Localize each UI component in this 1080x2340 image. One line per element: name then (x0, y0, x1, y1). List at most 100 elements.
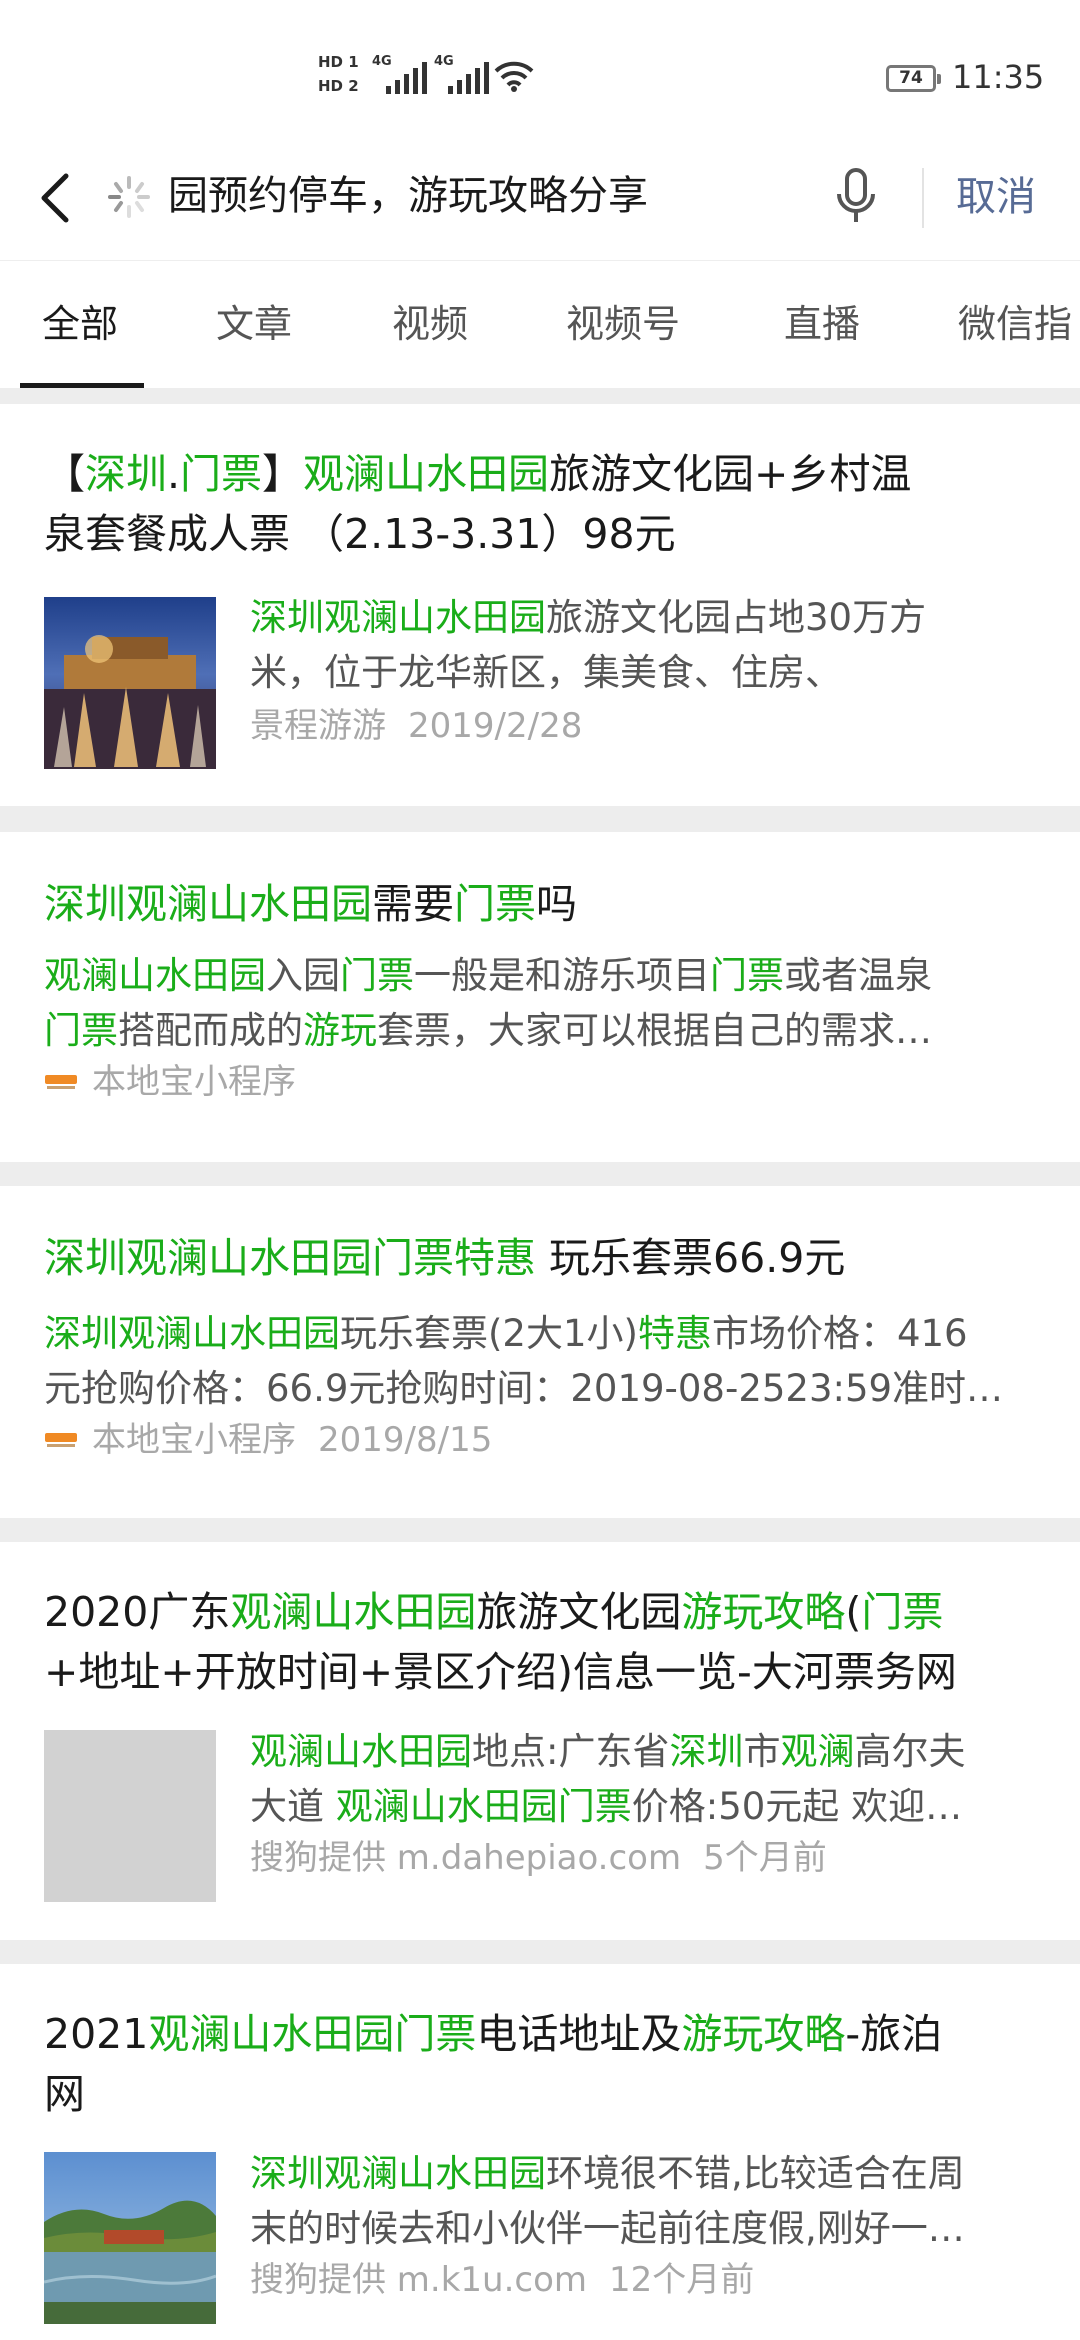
keyword-highlight: 门票 (454, 880, 536, 928)
result-meta: 搜狗提供 m.k1u.com 12个月前 (250, 2256, 754, 2304)
signal-icon: 4G (372, 54, 427, 94)
result-meta: 景程游游 2019/2/28 (250, 702, 582, 750)
result-snippet: 深圳观澜山水田园环境很不错,比较适合在周 末的时候去和小伙伴一起前往度假,刚好一… (250, 2146, 1050, 2256)
network-type-label: 4G (372, 54, 392, 69)
text-segment: 需要 (372, 880, 454, 928)
text-segment: 大道 (250, 1785, 336, 1828)
keyword-highlight: 深圳观澜山水田园 (250, 596, 546, 639)
result-title[interactable]: 【深圳.门票】观澜山水田园旅游文化园+乡村温 泉套餐成人票 （2.13-3.31… (44, 444, 1044, 564)
result-title[interactable]: 深圳观澜山水田园需要门票吗 (44, 874, 1044, 934)
keyword-highlight: 门票 (44, 1009, 118, 1052)
text-segment: 【 (44, 450, 85, 498)
source-label: 景程游游 (250, 706, 386, 746)
search-bar: 园预约停车，游玩攻略分享 取消 (0, 140, 1080, 260)
snippet-line: 米，位于龙华新区，集美食、住房、 (250, 651, 842, 694)
result-snippet: 观澜山水田园地点:广东省深圳市观澜高尔夫 大道 观澜山水田园门票价格:50元起 … (250, 1724, 1050, 1834)
tab-articles[interactable]: 文章 (216, 299, 292, 349)
snippet-line: 元抢购价格：66.9元抢购时间：2019-08-2523:59准时… (44, 1367, 1004, 1410)
active-tab-indicator (20, 383, 144, 388)
result-title-line2: 泉套餐成人票 （2.13-3.31）98元 (44, 510, 676, 558)
keyword-highlight: 特惠 (637, 1312, 712, 1355)
text-segment: ( (845, 1588, 862, 1636)
text-segment: -旅泊 (845, 2010, 943, 2058)
result-thumbnail[interactable] (44, 2152, 216, 2324)
keyword-highlight: 门票 (710, 954, 784, 997)
wifi-icon (494, 61, 534, 92)
hd1-label: HD 1 (318, 53, 359, 71)
source-label: 搜狗提供 m.dahepiao.com (250, 1838, 682, 1878)
text-segment: 市场价格：416 (711, 1312, 968, 1355)
result-thumbnail[interactable] (44, 1730, 216, 1902)
keyword-highlight: 深圳观澜山水田园 (44, 880, 372, 928)
battery-icon: 74 (886, 65, 941, 92)
source-label: 本地宝小程序 (92, 1420, 296, 1460)
text-segment: 2021 (44, 2010, 149, 2058)
result-title-line2: +地址+开放时间+景区介绍)信息一览-大河票务网 (44, 1648, 957, 1696)
result-title[interactable]: 2021观澜山水田园门票电话地址及游玩攻略-旅泊 网 (44, 2004, 1044, 2124)
result-card[interactable]: 2020广东观澜山水田园旅游文化园游玩攻略(门票 +地址+开放时间+景区介绍)信… (0, 1542, 1080, 1940)
text-segment: 2020广东 (44, 1588, 231, 1636)
result-meta: 本地宝小程序 (44, 1058, 296, 1106)
result-thumbnail[interactable] (44, 597, 216, 769)
clock: 11:35 (952, 58, 1045, 96)
keyword-highlight: 深圳 (85, 450, 167, 498)
keyword-highlight: 深圳观澜山水田园 (44, 1312, 340, 1355)
result-card[interactable]: 深圳观澜山水田园需要门票吗 观澜山水田园入园门票一般是和游乐项目门票或者温泉 门… (0, 832, 1080, 1162)
keyword-highlight: 游玩攻略 (681, 2010, 846, 2058)
signal-icon: 4G (434, 54, 489, 94)
source-label: 本地宝小程序 (92, 1062, 296, 1102)
tab-all[interactable]: 全部 (42, 299, 118, 349)
keyword-highlight: 门票 (340, 954, 414, 997)
result-card[interactable]: 2021观澜山水田园门票电话地址及游玩攻略-旅泊 网 深圳观澜山水田园环境很不错… (0, 1964, 1080, 2340)
back-arrow-icon[interactable] (34, 168, 78, 228)
result-meta: 本地宝小程序 2019/8/15 (44, 1416, 492, 1464)
text-segment: 套票，大家可以根据自己的需求… (377, 1009, 932, 1052)
result-snippet: 深圳观澜山水田园玩乐套票(2大1小)特惠市场价格：416 元抢购价格：66.9元… (44, 1306, 1044, 1416)
status-bar: HD 1 HD 2 4G 4G 74 11:35 (0, 0, 1080, 140)
date-label: 12个月前 (609, 2260, 755, 2300)
keyword-highlight: 深圳观澜山水田园门票特惠 (44, 1234, 536, 1282)
bendibao-logo-icon (45, 1074, 77, 1089)
tab-channels[interactable]: 视频号 (566, 299, 680, 349)
tab-videos[interactable]: 视频 (392, 299, 468, 349)
search-input[interactable]: 园预约停车，游玩攻略分享 (168, 164, 648, 228)
keyword-highlight: 游玩 (303, 1009, 377, 1052)
text-segment: 或者温泉 (784, 954, 932, 997)
date-label: 5个月前 (703, 1838, 827, 1878)
keyword-highlight: 观澜 (780, 1730, 855, 1773)
text-segment: 旅游文化园+乡村温 (549, 450, 912, 498)
keyword-highlight: 游玩攻略 (681, 1588, 846, 1636)
result-title[interactable]: 2020广东观澜山水田园旅游文化园游玩攻略(门票 +地址+开放时间+景区介绍)信… (44, 1582, 1044, 1702)
hd2-label: HD 2 (318, 77, 359, 95)
keyword-highlight: 深圳观澜山水田园 (250, 2152, 546, 2195)
result-meta: 搜狗提供 m.dahepiao.com 5个月前 (250, 1834, 827, 1882)
loading-spinner-icon (108, 176, 150, 218)
keyword-highlight: 观澜山水田园门票 (148, 2010, 477, 2058)
tab-wechat-index[interactable]: 微信指 (958, 299, 1072, 349)
date-label: 2019/2/28 (408, 706, 583, 746)
text-segment: 玩乐套票(2大1小) (340, 1312, 638, 1355)
text-segment: . (167, 450, 181, 498)
keyword-highlight: 门票 (861, 1588, 944, 1636)
microphone-icon[interactable] (832, 164, 880, 232)
text-segment: 地点:广东省 (472, 1730, 670, 1773)
text-segment: 一般是和游乐项目 (414, 954, 710, 997)
divider (922, 168, 924, 228)
cancel-button[interactable]: 取消 (956, 166, 1036, 228)
text-segment: 价格:50元起 欢迎… (631, 1785, 963, 1828)
hd-indicator: HD 1 HD 2 (318, 50, 364, 98)
text-segment: 旅游文化园 (476, 1588, 682, 1636)
result-title[interactable]: 深圳观澜山水田园门票特惠 玩乐套票66.9元 (44, 1228, 1044, 1288)
result-card[interactable]: 深圳观澜山水田园门票特惠 玩乐套票66.9元 深圳观澜山水田园玩乐套票(2大1小… (0, 1186, 1080, 1518)
keyword-highlight: 深圳 (669, 1730, 744, 1773)
result-card[interactable]: 【深圳.门票】观澜山水田园旅游文化园+乡村温 泉套餐成人票 （2.13-3.31… (0, 404, 1080, 806)
text-segment: 吗 (536, 880, 577, 928)
text-segment: 玩乐套票66.9元 (536, 1234, 846, 1282)
date-label: 2019/8/15 (318, 1420, 493, 1460)
tab-live[interactable]: 直播 (784, 299, 860, 349)
result-title-line2: 网 (44, 2070, 85, 2118)
keyword-highlight: 门票 (180, 450, 263, 498)
filter-tabs: 全部 文章 视频 视频号 直播 微信指 (0, 260, 1080, 388)
source-label: 搜狗提供 m.k1u.com (250, 2260, 588, 2300)
text-segment: 入园 (266, 954, 340, 997)
